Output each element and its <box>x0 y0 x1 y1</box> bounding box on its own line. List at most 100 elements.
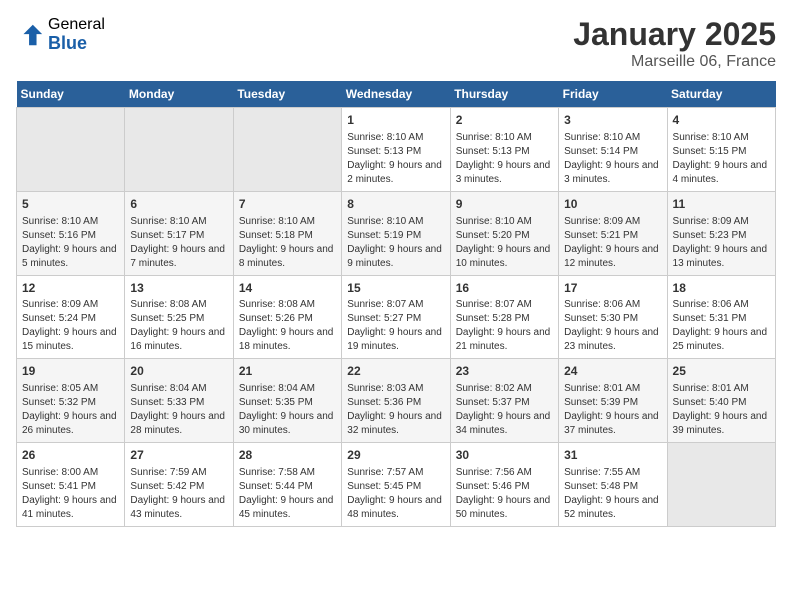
day-info: Sunrise: 8:03 AM Sunset: 5:36 PM Dayligh… <box>347 382 444 438</box>
calendar-cell: 11Sunrise: 8:09 AM Sunset: 5:23 PM Dayli… <box>667 191 775 275</box>
day-info: Sunrise: 8:10 AM Sunset: 5:13 PM Dayligh… <box>456 131 553 187</box>
day-info: Sunrise: 8:01 AM Sunset: 5:40 PM Dayligh… <box>673 382 770 438</box>
calendar-cell: 8 Sunrise: 8:10 AM Sunset: 5:19 PM Daylig… <box>342 191 450 275</box>
logo-blue: Blue <box>48 34 105 54</box>
calendar-cell: 12Sunrise: 8:09 AM Sunset: 5:24 PM Dayli… <box>17 275 125 359</box>
logo: General Blue <box>16 16 105 53</box>
day-info: Sunrise: 7:55 AM Sunset: 5:48 PM Dayligh… <box>564 466 661 522</box>
day-number: 9 <box>456 196 553 213</box>
calendar-cell: 2Sunrise: 8:10 AM Sunset: 5:13 PM Daylig… <box>450 108 558 192</box>
day-number: 8 <box>347 196 444 213</box>
day-info: Sunrise: 8:10 AM Sunset: 5:13 PM Dayligh… <box>347 131 444 187</box>
calendar-cell: 23 Sunrise: 8:02 AM Sunset: 5:37 PM Dayli… <box>450 359 558 443</box>
day-info: Sunrise: 8:06 AM Sunset: 5:31 PM Dayligh… <box>673 298 770 354</box>
calendar-cell: 30 Sunrise: 7:56 AM Sunset: 5:46 PM Dayli… <box>450 443 558 527</box>
day-info: Sunrise: 8:04 AM Sunset: 5:33 PM Dayligh… <box>130 382 227 438</box>
calendar-cell <box>125 108 233 192</box>
day-number: 4 <box>673 112 770 129</box>
calendar-cell: 9Sunrise: 8:10 AM Sunset: 5:20 PM Daylig… <box>450 191 558 275</box>
day-info: Sunrise: 8:01 AM Sunset: 5:39 PM Dayligh… <box>564 382 661 438</box>
day-number: 14 <box>239 280 336 297</box>
day-info: Sunrise: 8:06 AM Sunset: 5:30 PM Dayligh… <box>564 298 661 354</box>
day-number: 25 <box>673 363 770 380</box>
calendar-cell <box>17 108 125 192</box>
calendar-cell: 6Sunrise: 8:10 AM Sunset: 5:17 PM Daylig… <box>125 191 233 275</box>
calendar-week-row: 26 Sunrise: 8:00 AM Sunset: 5:41 PM Dayli… <box>17 443 776 527</box>
page-subtitle: Marseille 06, France <box>573 53 776 71</box>
day-number: 30 <box>456 447 553 464</box>
title-block: January 2025 Marseille 06, France <box>573 16 776 71</box>
day-number: 17 <box>564 280 661 297</box>
day-info: Sunrise: 8:05 AM Sunset: 5:32 PM Dayligh… <box>22 382 119 438</box>
day-number: 6 <box>130 196 227 213</box>
day-number: 19 <box>22 363 119 380</box>
logo-text: General Blue <box>48 16 105 53</box>
weekday-header: Monday <box>125 81 233 108</box>
day-info: Sunrise: 8:09 AM Sunset: 5:24 PM Dayligh… <box>22 298 119 354</box>
day-info: Sunrise: 8:10 AM Sunset: 5:18 PM Dayligh… <box>239 215 336 271</box>
day-info: Sunrise: 8:09 AM Sunset: 5:21 PM Dayligh… <box>564 215 661 271</box>
calendar-table: SundayMondayTuesdayWednesdayThursdayFrid… <box>16 81 776 527</box>
calendar-week-row: 5 Sunrise: 8:10 AM Sunset: 5:16 PM Daylig… <box>17 191 776 275</box>
day-number: 26 <box>22 447 119 464</box>
calendar-cell: 26 Sunrise: 8:00 AM Sunset: 5:41 PM Dayli… <box>17 443 125 527</box>
day-number: 12 <box>22 280 119 297</box>
calendar-cell: 24 Sunrise: 8:01 AM Sunset: 5:39 PM Dayli… <box>559 359 667 443</box>
weekday-header: Friday <box>559 81 667 108</box>
calendar-cell: 19 Sunrise: 8:05 AM Sunset: 5:32 PM Dayli… <box>17 359 125 443</box>
day-number: 11 <box>673 196 770 213</box>
calendar-cell: 21Sunrise: 8:04 AM Sunset: 5:35 PM Dayli… <box>233 359 341 443</box>
day-number: 31 <box>564 447 661 464</box>
day-number: 10 <box>564 196 661 213</box>
calendar-week-row: 12Sunrise: 8:09 AM Sunset: 5:24 PM Dayli… <box>17 275 776 359</box>
calendar-week-row: 19 Sunrise: 8:05 AM Sunset: 5:32 PM Dayli… <box>17 359 776 443</box>
day-info: Sunrise: 8:00 AM Sunset: 5:41 PM Dayligh… <box>22 466 119 522</box>
day-number: 1 <box>347 112 444 129</box>
day-info: Sunrise: 8:10 AM Sunset: 5:19 PM Dayligh… <box>347 215 444 271</box>
calendar-cell: 13Sunrise: 8:08 AM Sunset: 5:25 PM Dayli… <box>125 275 233 359</box>
day-info: Sunrise: 8:10 AM Sunset: 5:15 PM Dayligh… <box>673 131 770 187</box>
calendar-header-row: SundayMondayTuesdayWednesdayThursdayFrid… <box>17 81 776 108</box>
day-number: 18 <box>673 280 770 297</box>
page-title: January 2025 <box>573 16 776 53</box>
calendar-cell: 20Sunrise: 8:04 AM Sunset: 5:33 PM Dayli… <box>125 359 233 443</box>
calendar-cell: 27Sunrise: 7:59 AM Sunset: 5:42 PM Dayli… <box>125 443 233 527</box>
day-info: Sunrise: 7:59 AM Sunset: 5:42 PM Dayligh… <box>130 466 227 522</box>
day-info: Sunrise: 8:07 AM Sunset: 5:28 PM Dayligh… <box>456 298 553 354</box>
weekday-header: Tuesday <box>233 81 341 108</box>
calendar-cell: 18Sunrise: 8:06 AM Sunset: 5:31 PM Dayli… <box>667 275 775 359</box>
day-number: 5 <box>22 196 119 213</box>
calendar-cell: 29Sunrise: 7:57 AM Sunset: 5:45 PM Dayli… <box>342 443 450 527</box>
calendar-cell: 25 Sunrise: 8:01 AM Sunset: 5:40 PM Dayli… <box>667 359 775 443</box>
day-info: Sunrise: 7:56 AM Sunset: 5:46 PM Dayligh… <box>456 466 553 522</box>
calendar-cell: 5 Sunrise: 8:10 AM Sunset: 5:16 PM Daylig… <box>17 191 125 275</box>
day-number: 24 <box>564 363 661 380</box>
weekday-header: Wednesday <box>342 81 450 108</box>
calendar-cell: 22 Sunrise: 8:03 AM Sunset: 5:36 PM Dayli… <box>342 359 450 443</box>
day-info: Sunrise: 8:08 AM Sunset: 5:26 PM Dayligh… <box>239 298 336 354</box>
page-header: General Blue January 2025 Marseille 06, … <box>16 16 776 71</box>
day-number: 23 <box>456 363 553 380</box>
day-number: 3 <box>564 112 661 129</box>
calendar-cell: 10 Sunrise: 8:09 AM Sunset: 5:21 PM Dayli… <box>559 191 667 275</box>
day-info: Sunrise: 8:10 AM Sunset: 5:14 PM Dayligh… <box>564 131 661 187</box>
day-number: 13 <box>130 280 227 297</box>
calendar-cell: 31 Sunrise: 7:55 AM Sunset: 5:48 PM Dayli… <box>559 443 667 527</box>
weekday-header: Saturday <box>667 81 775 108</box>
calendar-cell: 16Sunrise: 8:07 AM Sunset: 5:28 PM Dayli… <box>450 275 558 359</box>
calendar-cell: 14Sunrise: 8:08 AM Sunset: 5:26 PM Dayli… <box>233 275 341 359</box>
calendar-cell: 3 Sunrise: 8:10 AM Sunset: 5:14 PM Daylig… <box>559 108 667 192</box>
day-info: Sunrise: 8:02 AM Sunset: 5:37 PM Dayligh… <box>456 382 553 438</box>
calendar-cell: 28Sunrise: 7:58 AM Sunset: 5:44 PM Dayli… <box>233 443 341 527</box>
day-info: Sunrise: 8:10 AM Sunset: 5:16 PM Dayligh… <box>22 215 119 271</box>
day-info: Sunrise: 8:07 AM Sunset: 5:27 PM Dayligh… <box>347 298 444 354</box>
calendar-cell: 7Sunrise: 8:10 AM Sunset: 5:18 PM Daylig… <box>233 191 341 275</box>
logo-general: General <box>48 16 105 34</box>
calendar-cell: 1 Sunrise: 8:10 AM Sunset: 5:13 PM Daylig… <box>342 108 450 192</box>
day-number: 16 <box>456 280 553 297</box>
calendar-cell: 15Sunrise: 8:07 AM Sunset: 5:27 PM Dayli… <box>342 275 450 359</box>
day-number: 22 <box>347 363 444 380</box>
calendar-cell <box>667 443 775 527</box>
day-number: 15 <box>347 280 444 297</box>
day-number: 29 <box>347 447 444 464</box>
